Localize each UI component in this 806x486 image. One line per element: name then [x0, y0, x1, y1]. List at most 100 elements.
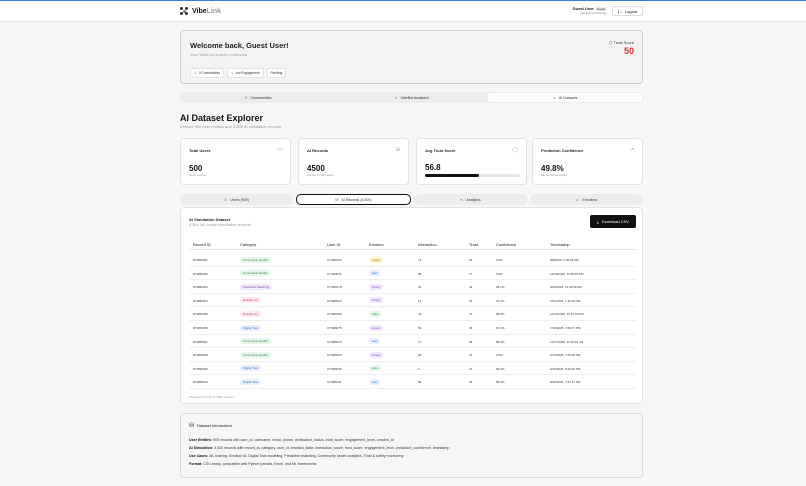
logout-icon: [→ — [617, 8, 623, 14]
col-emotion[interactable]: Emotion — [369, 242, 384, 247]
cell-emotion: sad — [369, 338, 380, 345]
main-tabs: ⚇ Communities ✧ VibeBot Assistant ∿ AI Data… — [180, 92, 643, 103]
col-record-id[interactable]: Record ID — [193, 242, 211, 247]
table-row[interactable]: RTDB0001 Community Health UTSB0120 happy 72 6… — [189, 253, 636, 267]
cell-emotion: lonely — [369, 283, 383, 290]
stat-note: ML model accuracy — [541, 173, 567, 177]
stat-avg-trust: Avg Trust Score ◯ 56.8 — [416, 138, 527, 185]
cell-confidence: 3.5% — [496, 258, 503, 262]
cell-interaction: 25 — [418, 353, 422, 358]
cell-trust: 27 — [469, 366, 473, 371]
logout-label: Logout — [624, 8, 638, 14]
table-row[interactable]: RTDB0003 Predictive Matching UTSB0178 lonel… — [189, 280, 636, 294]
download-csv-button[interactable]: ⤓ Download CSV — [590, 215, 636, 228]
cell-trust: 37 — [469, 353, 473, 358]
cell-record-id: RTDB0009 — [193, 366, 208, 371]
dataset-info-card: ⛁ Dataset Information User Entities: 500 … — [180, 413, 643, 478]
table-row[interactable]: RTDB0005 Emotion AI UTSB0458 calm 42 76 89.5% 1… — [189, 307, 636, 321]
users-icon: ⚇ — [223, 197, 228, 202]
users-icon: ⚇ — [277, 147, 282, 153]
table-row[interactable]: RTDB0008 Community Health UTSB0243 lonely 25… — [189, 348, 636, 362]
users-icon: ⚇ — [244, 95, 248, 100]
trust-label: Trust Score — [613, 40, 634, 45]
trust-progress-bar — [425, 174, 520, 177]
cell-user-id: UTSB0491 — [327, 380, 342, 385]
cell-emotion: calm — [369, 310, 382, 317]
col-interaction[interactable]: Interaction — [418, 242, 437, 247]
trust-value: 50 — [623, 46, 634, 56]
cell-user-id: UTSB0120 — [327, 258, 342, 262]
database-icon: ⛁ — [335, 197, 339, 202]
info-line: User Entities: 500 records with user_id,… — [189, 438, 394, 442]
col-category[interactable]: Category — [240, 242, 256, 247]
col-trust[interactable]: Trust — [469, 242, 478, 247]
cell-interaction: 11 — [418, 298, 422, 303]
cell-interaction: 42 — [418, 312, 422, 317]
cell-user-id: UTSB0458 — [327, 312, 342, 317]
tab-communities[interactable]: ⚇ Communities — [181, 93, 335, 102]
cell-confidence: 67.0% — [496, 326, 505, 330]
table-row[interactable]: RTDB0006 Digital Twin UTSB0075 lonely 50 45 67… — [189, 321, 636, 335]
tab-emotions[interactable]: ☺ Emotions — [530, 194, 643, 205]
cell-timestamp: 7/18/2025, 1:56:07 PM — [550, 326, 581, 330]
chip-communities: ⚇ 0 Communities — [190, 68, 225, 78]
cell-interaction: 72 — [418, 258, 422, 262]
table-row[interactable]: RTDB0010 Digital Twin UTSB0491 sad 89 35 89.0%… — [189, 375, 636, 389]
stat-note: Across 8 categories — [307, 173, 334, 177]
tab-ai-records[interactable]: ⛁ AI Records (4,500) — [296, 194, 411, 205]
cell-confidence: 6.8% — [496, 271, 503, 276]
user-info: Guest User Guest guest@vibelink.app — [567, 6, 607, 15]
table-header: Record ID Category User ID Emotion Inter… — [189, 242, 636, 250]
cell-emotion: lonely — [369, 324, 383, 331]
cell-confidence: 89.5% — [496, 312, 505, 317]
cell-timestamp: 8/30/2025, 7:37:17 PM — [550, 380, 581, 385]
cell-timestamp: 7/21/2025, 1:15:29 AM — [550, 298, 581, 303]
col-timestamp[interactable]: Timestamp — [550, 242, 570, 247]
activity-icon: ∿ — [460, 197, 464, 202]
stat-value: 56.8 — [425, 163, 441, 172]
cell-record-id: RTDB0004 — [193, 298, 208, 303]
stat-value: 4500 — [307, 164, 325, 173]
cell-emotion: sad — [369, 378, 380, 385]
cell-interaction: 34 — [418, 285, 422, 290]
chip-status: Pending — [266, 68, 287, 78]
cell-user-id: UTSB0013 — [327, 339, 342, 344]
logout-button[interactable]: [→ Logout — [612, 6, 643, 16]
welcome-card: Welcome back, Guest User! Your VibeLink … — [180, 30, 643, 84]
cell-confidence: 58.1% — [496, 285, 505, 290]
info-title: ⛁ Dataset Information — [189, 423, 232, 429]
table-row[interactable]: RTDB0007 Community Health UTSB0013 sad 77 98 8… — [189, 335, 636, 349]
cell-confidence: 89.0% — [496, 380, 505, 385]
welcome-title: Welcome back, Guest User! — [190, 41, 289, 50]
table-row[interactable]: RTDB0009 Digital Twin UTSB0045 calm 6 27 96.0%… — [189, 362, 636, 376]
trend-icon: ↗ — [629, 147, 634, 153]
col-confidence[interactable]: Confidence — [496, 242, 516, 247]
trust-score: ⬡ Trust Score 50 — [609, 40, 634, 56]
cell-user-id: UTSB0423 — [327, 298, 342, 303]
tab-analytics[interactable]: ∿ Analytics — [414, 194, 527, 205]
cell-interaction: 6 — [418, 366, 420, 371]
cell-user-id: UTSB0075 — [327, 326, 342, 330]
dataset-table-card: AI Simulation Dataset 4,500 ML-ready sim… — [180, 207, 643, 404]
bot-icon: ✧ — [394, 95, 398, 100]
cell-trust: 76 — [469, 312, 473, 317]
table-row[interactable]: RTDB0002 Community Health UTSB0079 sad 68 77 6… — [189, 267, 636, 281]
cell-trust: 35 — [469, 380, 473, 385]
cell-category: Predictive Matching — [240, 283, 273, 290]
cell-category: Community Health — [240, 270, 271, 277]
cell-trust: 98 — [469, 339, 473, 344]
col-user-id[interactable]: User ID — [327, 242, 341, 247]
tab-ai-datasets[interactable]: ∿ AI Datasets — [488, 93, 643, 102]
cell-confidence: 88.6% — [496, 339, 505, 344]
table-row[interactable]: RTDB0004 Emotion AI UTSB0423 lonely 11 26 37.0… — [189, 294, 636, 308]
tab-vibebot[interactable]: ✧ VibeBot Assistant — [335, 93, 489, 102]
dataset-tabs: ⚇ Users (500) ⛁ AI Records (4,500) ∿ Analyt… — [180, 194, 643, 205]
stat-ai-records: AI Records ⛁ 4500 Across 8 categories — [298, 138, 409, 185]
cell-timestamp: 5/26/2025, 11:46:09 PM — [550, 285, 582, 290]
logo[interactable]: VibeLink — [180, 7, 221, 16]
cell-emotion: calm — [369, 365, 382, 372]
cell-user-id: UTSB0045 — [327, 366, 342, 371]
tab-users[interactable]: ⚇ Users (500) — [180, 194, 293, 205]
chip-engagement: ∿ low Engagement — [227, 68, 264, 78]
cell-user-id: UTSB0079 — [327, 271, 342, 276]
